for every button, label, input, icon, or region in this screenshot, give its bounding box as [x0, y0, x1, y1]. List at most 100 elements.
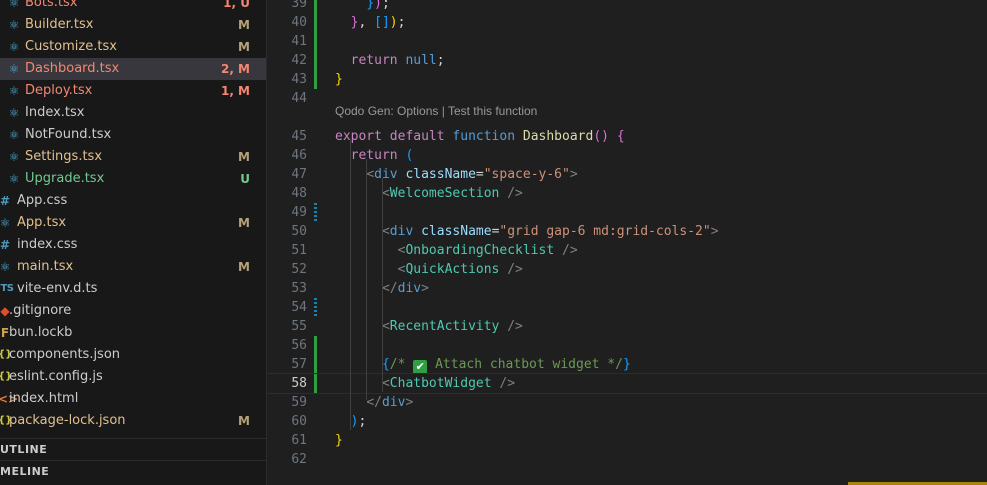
react-icon: ⚛	[8, 84, 20, 98]
git-status-badge: M	[238, 414, 250, 428]
line-number: 46	[291, 148, 307, 163]
line-number: 54	[291, 300, 307, 315]
react-icon: ⚛	[8, 40, 20, 54]
react-icon: ⚛	[8, 172, 20, 186]
code-text: export default function Dashboard() {	[335, 129, 625, 144]
file-name: Settings.tsx	[25, 149, 103, 164]
file-item[interactable]: # App.css	[0, 190, 266, 212]
code-line[interactable]: 48 <WelcomeSection />	[267, 184, 987, 203]
code-text: <div className="grid gap-6 md:grid-cols-…	[381, 224, 719, 239]
line-number: 39	[291, 0, 307, 11]
file-item[interactable]: ⚛ main.tsx M	[0, 256, 266, 278]
code-line[interactable]: 41	[267, 32, 987, 51]
file-item[interactable]: {}components.json	[0, 344, 266, 366]
code-line[interactable]: 46 return (	[267, 146, 987, 165]
line-number: 50	[291, 224, 307, 239]
file-name: NotFound.tsx	[25, 127, 112, 142]
code-line[interactable]: 39 });	[267, 0, 987, 13]
git-added-gutter-mark[interactable]	[314, 70, 317, 89]
code-line[interactable]: 62	[267, 450, 987, 469]
react-icon: ⚛	[0, 260, 11, 274]
line-number: 41	[291, 34, 307, 49]
code-line[interactable]: 44	[267, 89, 987, 108]
file-item[interactable]: {}package-lock.jsonM	[0, 410, 266, 432]
file-name: Deploy.tsx	[25, 83, 93, 98]
file-item[interactable]: <> index.html	[0, 388, 266, 410]
indent-guide	[366, 159, 367, 400]
code-line[interactable]: 55 <RecentActivity />	[267, 317, 987, 336]
file-item[interactable]: ⚛ Bots.tsx 1, U	[0, 0, 266, 14]
code-text: return null;	[350, 53, 445, 68]
file-name: Customize.tsx	[25, 39, 117, 54]
timeline-label: MELINE	[0, 465, 50, 478]
file-item[interactable]: ⚛ Settings.tsx M	[0, 146, 266, 168]
git-status-badge: M	[238, 260, 250, 274]
ts-icon: TS	[0, 283, 14, 294]
code-line[interactable]: 54	[267, 298, 987, 317]
react-icon: ⚛	[0, 216, 11, 230]
code-line[interactable]: 52 <QuickActions />	[267, 260, 987, 279]
line-number: 47	[291, 167, 307, 182]
git-status-badge: 2, M	[220, 62, 250, 76]
react-icon: ⚛	[8, 106, 20, 120]
code-line[interactable]: 47 <div className="space-y-6">	[267, 165, 987, 184]
code-line[interactable]: 40 }, []);	[267, 13, 987, 32]
code-line[interactable]: 57 {/* ✔ Attach chatbot widget */}	[267, 355, 987, 374]
code-text: </div>	[366, 395, 414, 410]
file-item[interactable]: ⚛ Customize.tsx M	[0, 36, 266, 58]
git-added-gutter-mark[interactable]	[314, 51, 317, 70]
git-added-gutter-mark[interactable]	[314, 0, 317, 13]
git-added-gutter-mark[interactable]	[314, 336, 317, 355]
file-item[interactable]: ⚛ Deploy.tsx 1, M	[0, 80, 266, 102]
line-number: 43	[291, 72, 307, 87]
outline-section-header[interactable]: UTLINE	[0, 438, 266, 461]
code-line[interactable]: 61}	[267, 431, 987, 450]
line-number: 58	[291, 376, 307, 391]
code-line[interactable]: 50 <div className="grid gap-6 md:grid-co…	[267, 222, 987, 241]
file-item[interactable]: ⚛ NotFound.tsx	[0, 124, 266, 146]
line-number: 42	[291, 53, 307, 68]
file-item[interactable]: TS vite-env.d.ts	[0, 278, 266, 300]
line-number: 57	[291, 357, 307, 372]
timeline-section-header[interactable]: MELINE	[0, 460, 266, 483]
file-name: App.tsx	[17, 215, 67, 230]
file-item[interactable]: {}eslint.config.js	[0, 366, 266, 388]
file-name: Dashboard.tsx	[25, 61, 120, 76]
file-name: package-lock.json	[9, 413, 126, 428]
git-status-badge: M	[238, 40, 250, 54]
file-name: eslint.config.js	[9, 369, 103, 384]
code-text: <ChatbotWidget />	[381, 376, 516, 391]
code-text: }	[335, 72, 343, 87]
code-line[interactable]: 60 );	[267, 412, 987, 431]
line-number: 53	[291, 281, 307, 296]
file-item[interactable]: # index.css	[0, 234, 266, 256]
git-status-badge: M	[238, 216, 250, 230]
file-item[interactable]: ◆ .gitignore	[0, 300, 266, 322]
file-item[interactable]: Fbun.lockb	[0, 322, 266, 344]
code-line[interactable]: 59 </div>	[267, 393, 987, 412]
git-added-gutter-mark[interactable]	[314, 13, 317, 32]
git-added-gutter-mark[interactable]	[314, 374, 317, 393]
git-added-gutter-mark[interactable]	[314, 32, 317, 51]
code-line[interactable]: 42 return null;	[267, 51, 987, 70]
file-item[interactable]: ⚛ App.tsx M	[0, 212, 266, 234]
file-item[interactable]: ⚛ Dashboard.tsx 2, M	[0, 58, 266, 80]
code-editor[interactable]: Qodo Gen: Options | Test this function 3…	[267, 0, 987, 485]
code-line[interactable]: 51 <OnboardingChecklist />	[267, 241, 987, 260]
file-item[interactable]: ⚛ Upgrade.tsx U	[0, 168, 266, 190]
code-text: }, []);	[350, 15, 406, 30]
code-line[interactable]: 58 <ChatbotWidget />	[267, 373, 987, 394]
file-item[interactable]: ⚛ Builder.tsx M	[0, 14, 266, 36]
git-modified-gutter-mark[interactable]	[314, 203, 317, 222]
file-item[interactable]: ⚛ Index.tsx	[0, 102, 266, 124]
code-line[interactable]: 45 export default function Dashboard() {	[267, 127, 987, 146]
line-number: 55	[291, 319, 307, 334]
file-name: vite-env.d.ts	[17, 281, 98, 296]
git-modified-gutter-mark[interactable]	[314, 298, 317, 317]
code-line[interactable]: 56	[267, 336, 987, 355]
git-added-gutter-mark[interactable]	[314, 355, 317, 374]
code-line[interactable]: 49	[267, 203, 987, 222]
code-line[interactable]: 53 </div>	[267, 279, 987, 298]
code-text: <div className="space-y-6">	[366, 167, 578, 182]
code-line[interactable]: 43}	[267, 70, 987, 89]
